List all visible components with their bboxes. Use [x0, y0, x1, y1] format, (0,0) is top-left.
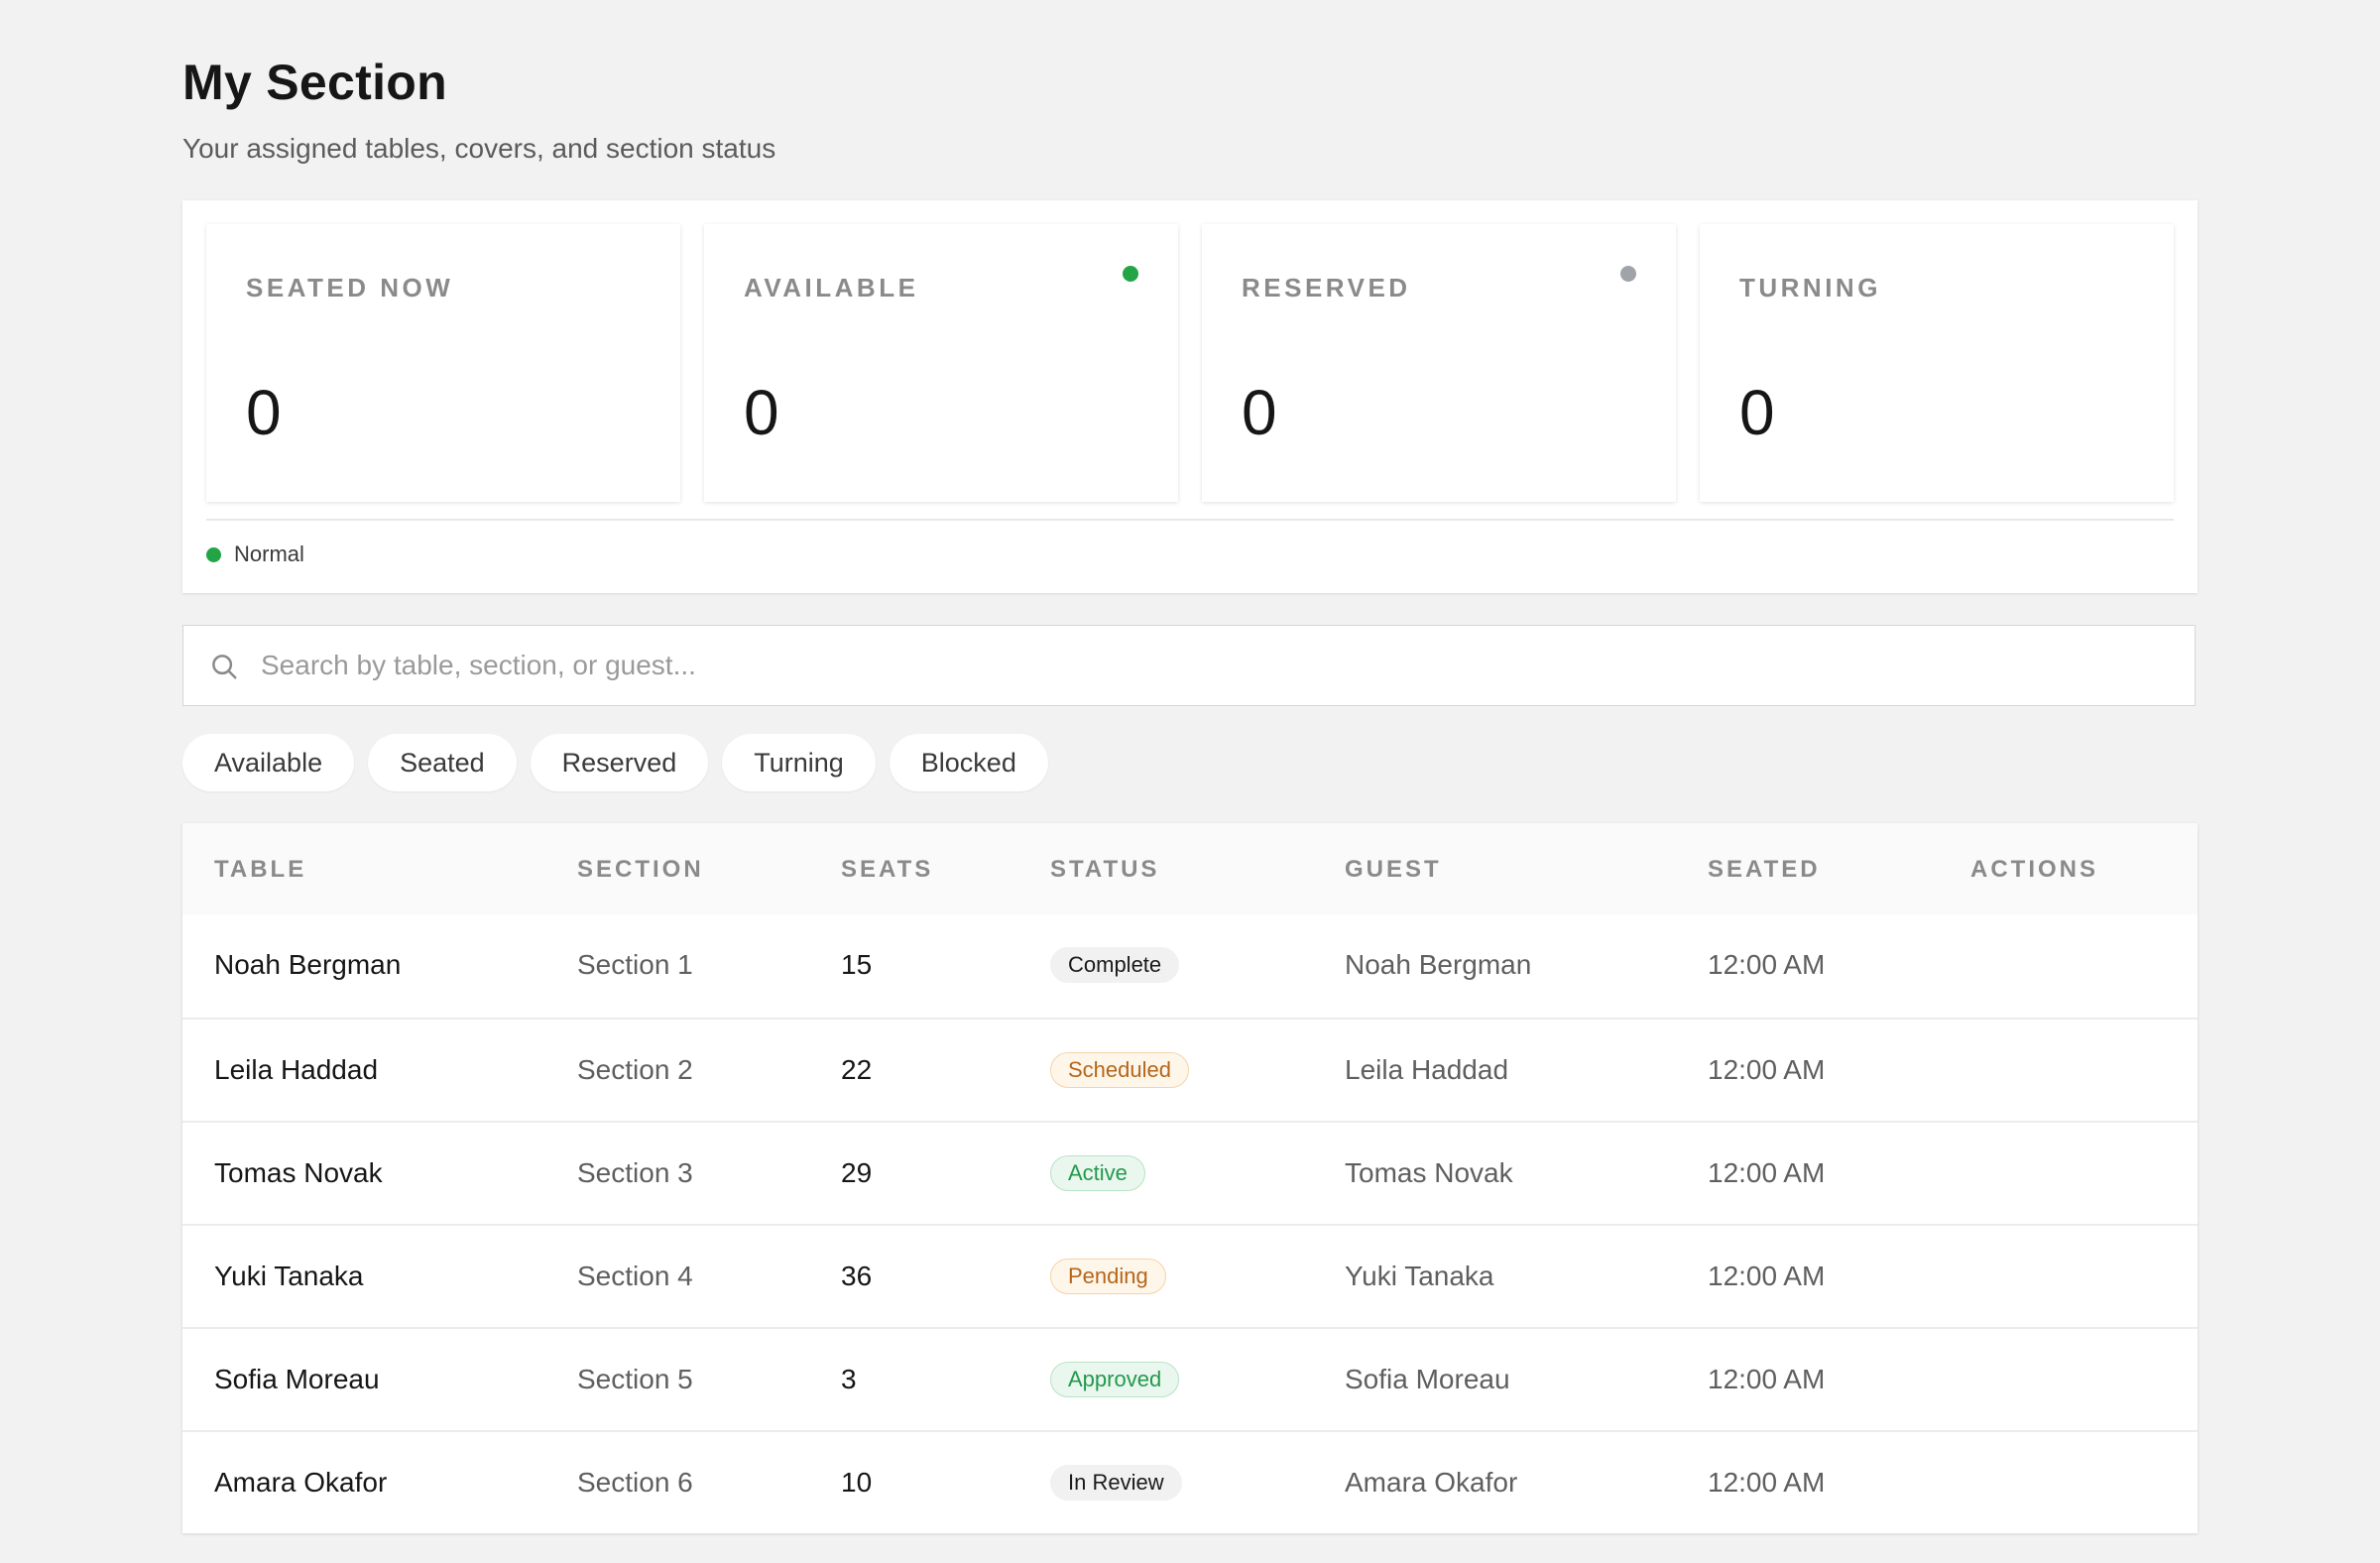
seated-time-cell: 12:00 AM	[1708, 1054, 1826, 1085]
seats-cell: 29	[841, 1157, 873, 1188]
column-header-status[interactable]: STATUS	[1050, 853, 1159, 887]
section-cell: Section 1	[577, 949, 693, 980]
column-header-actions: ACTIONS	[1970, 856, 2098, 883]
seats-cell: 15	[841, 949, 873, 980]
status-cell: Complete	[1050, 914, 1180, 1016]
column-header-seats[interactable]: SEATS	[841, 853, 933, 887]
filter-chips: Available Seated Reserved Turning Blocke…	[182, 734, 1062, 791]
column-header-section[interactable]: SECTION	[577, 853, 704, 887]
column-header-seated[interactable]: SEATED	[1708, 853, 1821, 887]
status-cell: In Review	[1050, 1432, 1182, 1533]
table-row[interactable]: Amara Okafor Section 6 10 In Review Amara Ok…	[182, 1430, 2198, 1533]
table-name-cell: Tomas Novak	[214, 1157, 383, 1188]
table-row[interactable]: Leila Haddad Section 2 22 Scheduled Leila Ha…	[182, 1018, 2198, 1121]
table-row[interactable]: Tomas Novak Section 3 29 Active Tomas Novak 1…	[182, 1121, 2198, 1224]
table-name-cell: Yuki Tanaka	[214, 1261, 364, 1291]
seated-time-cell: 12:00 AM	[1708, 1261, 1826, 1291]
status-cell: Approved	[1050, 1329, 1180, 1430]
seated-time-cell: 12:00 AM	[1708, 949, 1826, 980]
status-badge: Approved	[1050, 1362, 1180, 1397]
stats-panel: SEATED NOW 0 AVAILABLE 0 RESERVED 0 TURN…	[182, 200, 2198, 593]
stat-label: AVAILABLE	[744, 273, 919, 302]
reserved-status-dot-icon	[1620, 266, 1636, 282]
stat-value: 0	[744, 377, 779, 448]
status-badge: Complete	[1050, 947, 1180, 983]
status-cell: Pending	[1050, 1226, 1166, 1327]
section-cell: Section 4	[577, 1261, 693, 1291]
status-badge: In Review	[1050, 1465, 1182, 1501]
stat-card-reserved: RESERVED 0	[1202, 224, 1676, 502]
status-badge: Pending	[1050, 1259, 1166, 1294]
seats-cell: 10	[841, 1467, 873, 1498]
table-name-cell: Amara Okafor	[214, 1467, 388, 1498]
table-name-cell: Sofia Moreau	[214, 1364, 380, 1394]
seats-cell: 3	[841, 1364, 857, 1394]
guest-cell: Yuki Tanaka	[1345, 1261, 1494, 1291]
column-header-guest[interactable]: GUEST	[1345, 853, 1442, 887]
seats-cell: 36	[841, 1261, 873, 1291]
filter-chip-turning[interactable]: Turning	[722, 734, 876, 791]
stat-label: TURNING	[1739, 273, 1881, 302]
status-cell: Active	[1050, 1123, 1145, 1224]
table-row[interactable]: Yuki Tanaka Section 4 36 Pending Yuki Tanaka…	[182, 1224, 2198, 1327]
seated-time-cell: 12:00 AM	[1708, 1364, 1826, 1394]
table-header: TABLE SECTION SEATS STATUS GUEST SEATED …	[182, 823, 2198, 914]
guest-cell: Noah Bergman	[1345, 949, 1532, 980]
guest-cell: Tomas Novak	[1345, 1157, 1513, 1188]
guest-cell: Amara Okafor	[1345, 1467, 1518, 1498]
section-status-indicator: Normal	[206, 538, 304, 571]
stat-card-turning: TURNING 0	[1700, 224, 2174, 502]
section-cell: Section 5	[577, 1364, 693, 1394]
stats-divider	[206, 519, 2174, 521]
search-icon	[212, 655, 237, 679]
column-header-table[interactable]: TABLE	[214, 853, 306, 887]
filter-chip-blocked[interactable]: Blocked	[889, 734, 1048, 791]
section-cell: Section 6	[577, 1467, 693, 1498]
stat-card-available: AVAILABLE 0	[704, 224, 1178, 502]
section-cell: Section 2	[577, 1054, 693, 1085]
available-status-dot-icon	[1123, 266, 1138, 282]
table-name-cell: Noah Bergman	[214, 949, 402, 980]
section-cell: Section 3	[577, 1157, 693, 1188]
status-cell: Scheduled	[1050, 1020, 1189, 1121]
table-row[interactable]: Noah Bergman Section 1 15 Complete Noah Berg…	[182, 914, 2198, 1018]
status-badge: Active	[1050, 1155, 1145, 1191]
stat-label: SEATED NOW	[246, 273, 454, 302]
table-row[interactable]: Sofia Moreau Section 5 3 Approved Sofia More…	[182, 1327, 2198, 1430]
seated-time-cell: 12:00 AM	[1708, 1157, 1826, 1188]
seats-cell: 22	[841, 1054, 873, 1085]
table-name-cell: Leila Haddad	[214, 1054, 379, 1085]
status-dot-icon	[206, 546, 221, 562]
stat-label: RESERVED	[1242, 273, 1411, 302]
guest-cell: Leila Haddad	[1345, 1054, 1509, 1085]
status-badge: Scheduled	[1050, 1052, 1189, 1088]
filter-chip-available[interactable]: Available	[182, 734, 355, 791]
page-title: My Section	[182, 55, 447, 110]
page-subtitle: Your assigned tables, covers, and sectio…	[182, 133, 776, 164]
stat-value: 0	[1242, 377, 1277, 448]
filter-chip-seated[interactable]: Seated	[368, 734, 517, 791]
seated-time-cell: 12:00 AM	[1708, 1467, 1826, 1498]
guest-cell: Sofia Moreau	[1345, 1364, 1510, 1394]
search-input[interactable]	[261, 626, 2145, 705]
search-box[interactable]	[182, 625, 2196, 706]
section-status-label: Normal	[234, 541, 304, 566]
stat-card-seated-now: SEATED NOW 0	[206, 224, 680, 502]
stat-value: 0	[1739, 377, 1775, 448]
stat-value: 0	[246, 377, 282, 448]
tables-table: TABLE SECTION SEATS STATUS GUEST SEATED …	[182, 823, 2198, 1533]
filter-chip-reserved[interactable]: Reserved	[530, 734, 709, 791]
